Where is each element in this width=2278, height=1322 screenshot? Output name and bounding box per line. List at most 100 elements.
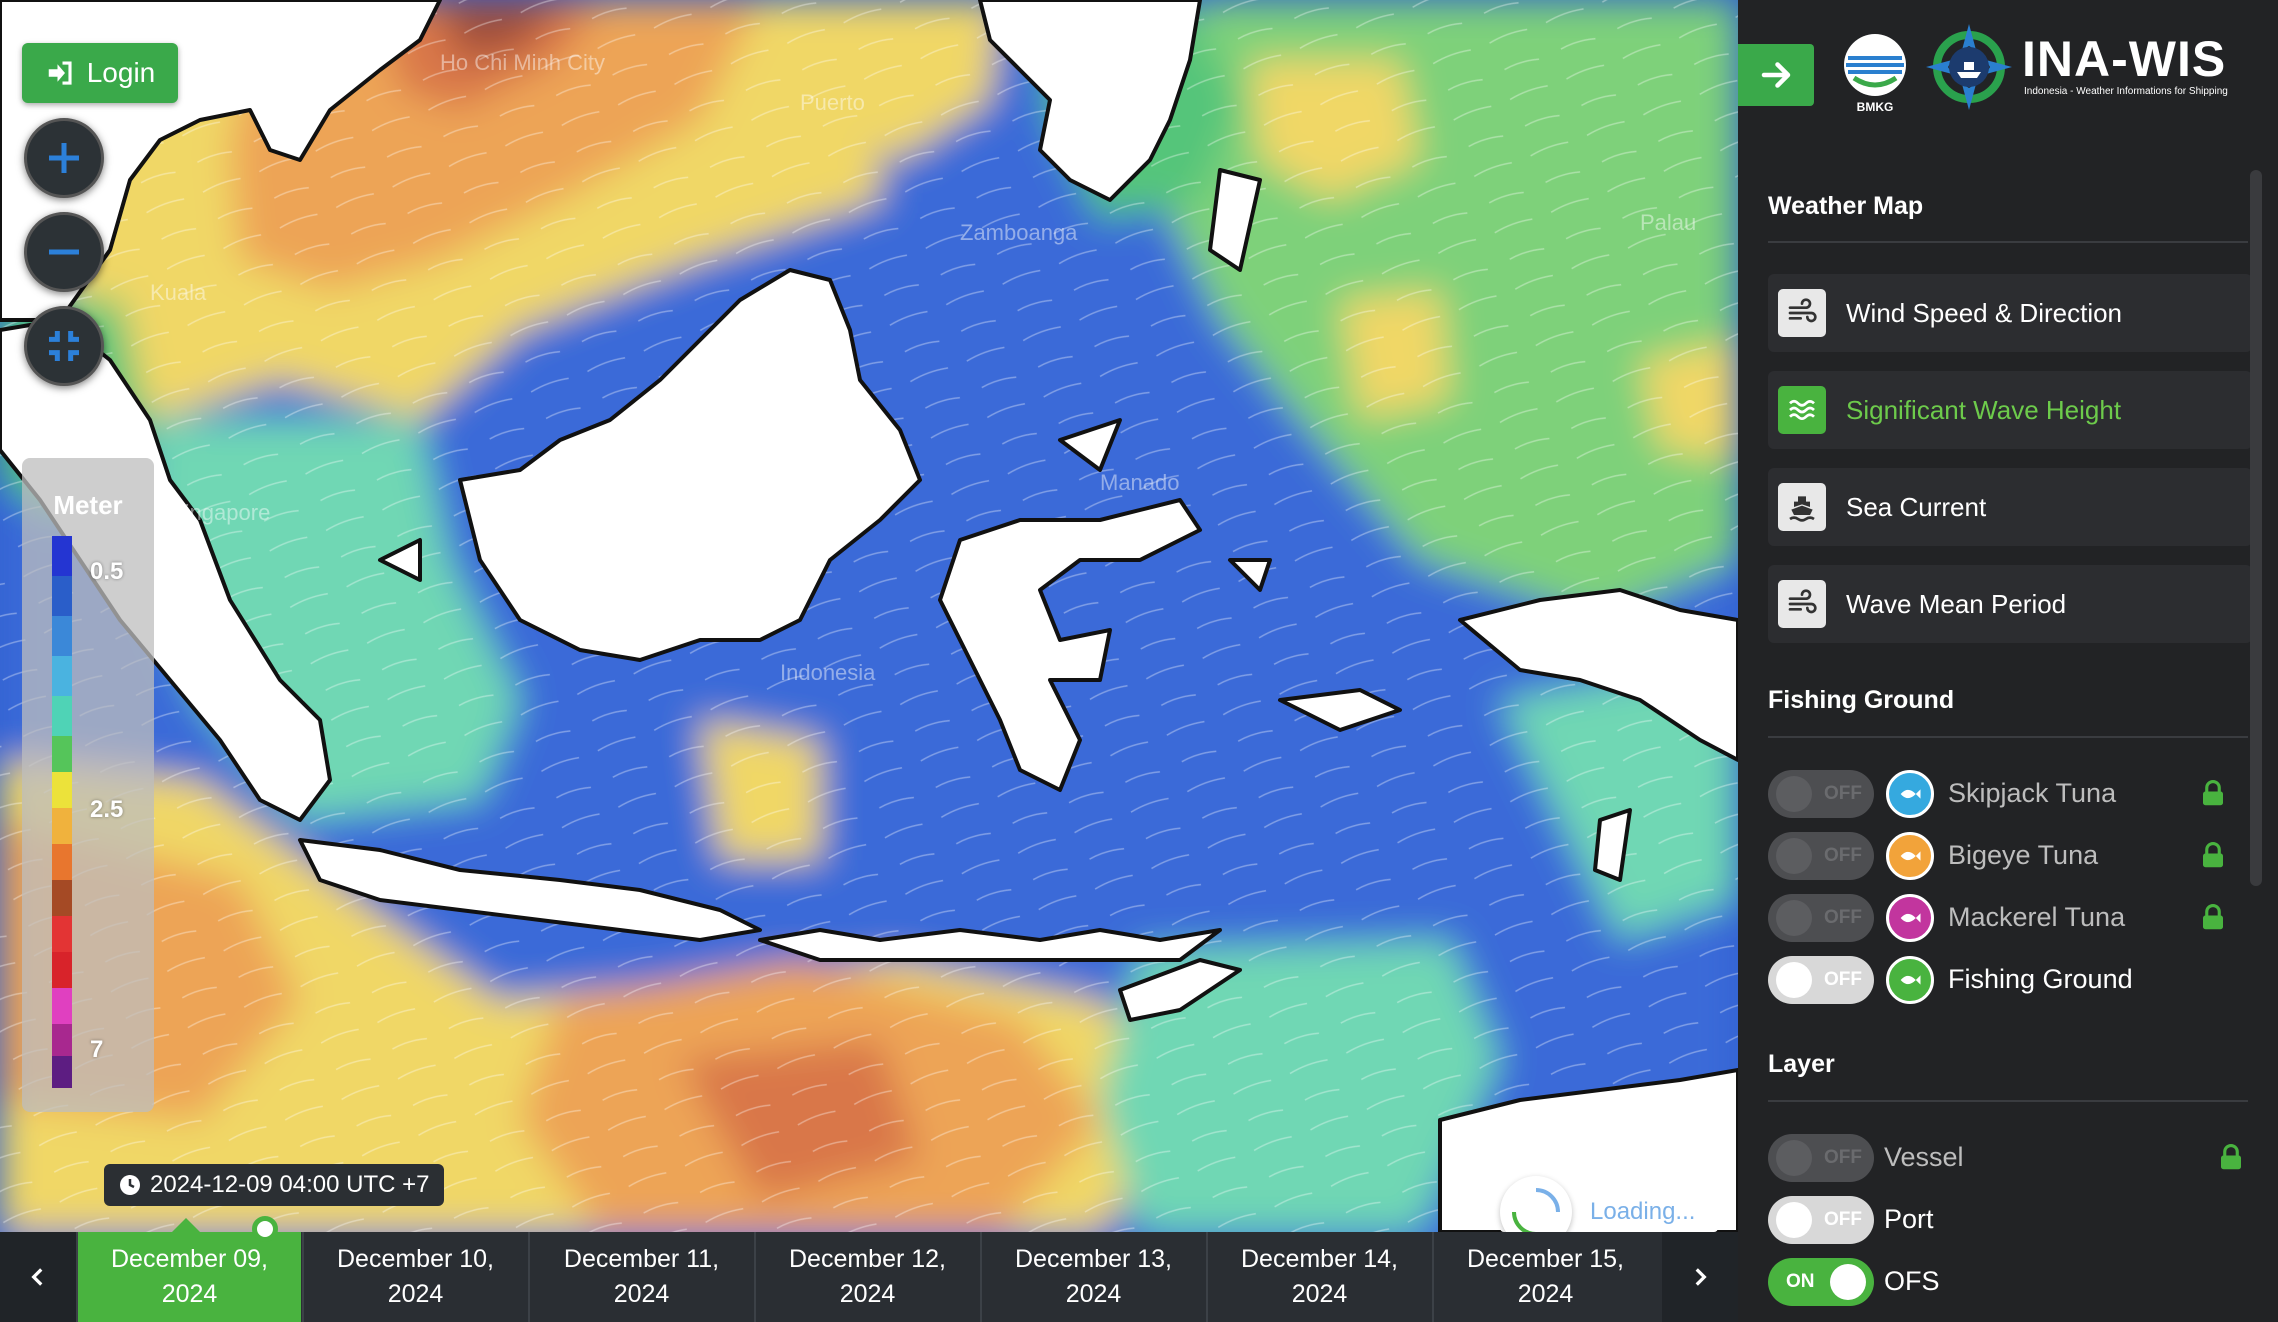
weather-map[interactable]: Ho Chi Minh City Puerto Zamboanga Kuala … <box>0 0 1738 1322</box>
timeline-day[interactable]: December 15, 2024 <box>1432 1232 1657 1322</box>
port-toggle[interactable]: OFF <box>1768 1196 1874 1244</box>
day-label: December 15, <box>1466 1245 1625 1273</box>
year-label: 2024 <box>161 1280 218 1308</box>
timeline-prev-button[interactable] <box>0 1232 76 1322</box>
menu-wind-speed-direction[interactable]: Wind Speed & Direction <box>1768 274 2252 352</box>
year-label: 2024 <box>1291 1280 1348 1308</box>
fish-icon <box>1886 894 1934 942</box>
row-label: Vessel <box>1884 1142 1964 1172</box>
fit-bounds-button[interactable] <box>24 306 104 386</box>
clock-icon <box>120 1175 140 1195</box>
sidebar-scrollbar[interactable] <box>2250 170 2262 886</box>
row-label: Bigeye Tuna <box>1948 840 2099 870</box>
layer-row-vessel: OFF Vessel <box>1768 1134 2248 1184</box>
bigeye-toggle[interactable]: OFF <box>1768 832 1874 880</box>
day-label: December 11, <box>563 1245 720 1273</box>
login-label: Login <box>86 57 156 88</box>
year-label: 2024 <box>839 1280 896 1308</box>
row-label: Fishing Ground <box>1948 964 2133 994</box>
wave-icon <box>1778 386 1826 434</box>
layer-title: Layer <box>1768 1050 1835 1078</box>
year-label: 2024 <box>613 1280 670 1308</box>
current-time-display: 2024-12-09 04:00 UTC +7 <box>104 1164 444 1206</box>
menu-sea-current[interactable]: Sea Current <box>1768 468 2252 546</box>
fishing-row-mackerel: OFF Mackerel Tuna <box>1768 894 2248 944</box>
fishing-ground-title: Fishing Ground <box>1768 686 1955 714</box>
plus-icon <box>49 143 79 173</box>
brand-name: INA-WIS <box>2022 31 2227 87</box>
timeline-next-button[interactable] <box>1662 1232 1738 1322</box>
row-label: Skipjack Tuna <box>1948 778 2117 808</box>
loading-indicator: Loading... <box>1500 1176 1718 1248</box>
timeline-handle[interactable] <box>252 1216 278 1242</box>
wave-height-legend: Meter 0.5 2.5 7 <box>22 458 154 1112</box>
timeline-day[interactable]: December 14, 2024 <box>1206 1232 1431 1322</box>
mackerel-toggle[interactable]: OFF <box>1768 894 1874 942</box>
timeline-pointer <box>172 1218 200 1232</box>
bmkg-logo: BMKG <box>1840 32 1910 114</box>
skipjack-toggle[interactable]: OFF <box>1768 770 1874 818</box>
chevron-left-icon <box>31 1268 43 1286</box>
day-label: December 10, <box>336 1245 495 1273</box>
zoom-out-button[interactable] <box>24 212 104 292</box>
lock-icon <box>2221 1143 2241 1170</box>
year-label: 2024 <box>387 1280 444 1308</box>
divider <box>1768 241 2248 243</box>
lock-icon <box>2203 841 2223 868</box>
year-label: 2024 <box>1065 1280 1122 1308</box>
compress-icon <box>49 331 79 361</box>
legend-tick: 7 <box>90 1036 104 1063</box>
bmkg-logo-text: BMKG <box>1856 100 1894 114</box>
layer-row-port: OFF Port <box>1768 1196 2248 1246</box>
menu-significant-wave-height[interactable]: Significant Wave Height <box>1768 371 2252 449</box>
divider <box>1768 736 2248 738</box>
fish-icon <box>1886 832 1934 880</box>
toggle-state: OFF <box>1824 969 1862 990</box>
row-label: Port <box>1884 1204 1934 1234</box>
day-label: December 09, <box>110 1245 269 1273</box>
divider <box>1768 1100 2248 1102</box>
chevron-right-icon <box>1695 1268 1707 1286</box>
fishing-row-bigeye: OFF Bigeye Tuna <box>1768 832 2248 882</box>
row-label: OFS <box>1884 1266 1940 1296</box>
fish-icon <box>1886 956 1934 1004</box>
layer-row-ofs: ON OFS <box>1768 1258 2248 1308</box>
menu-label: Wind Speed & Direction <box>1846 297 2123 328</box>
svg-text:Indonesia: Indonesia <box>780 660 876 685</box>
lock-icon <box>2203 779 2223 806</box>
weather-map-title: Weather Map <box>1768 192 1924 220</box>
day-label: December 12, <box>788 1245 947 1273</box>
ofs-toggle[interactable]: ON <box>1768 1258 1874 1306</box>
legend-tick: 2.5 <box>90 796 124 823</box>
svg-text:Manado: Manado <box>1100 470 1180 495</box>
timeline-day[interactable]: December 09, 2024 <box>76 1232 301 1322</box>
login-button[interactable]: Login <box>22 43 178 103</box>
fishing-ground-toggle[interactable]: OFF <box>1768 956 1874 1004</box>
timeline-day[interactable]: December 10, 2024 <box>302 1232 527 1322</box>
svg-text:Ho Chi Minh City: Ho Chi Minh City <box>440 50 605 75</box>
menu-wave-mean-period[interactable]: Wave Mean Period <box>1768 565 2252 643</box>
app-root: Ho Chi Minh City Puerto Zamboanga Kuala … <box>0 0 2278 1322</box>
svg-text:Zamboanga: Zamboanga <box>960 220 1078 245</box>
timeline-day[interactable]: December 11, 2024 <box>528 1232 753 1322</box>
timestamp-text: 2024-12-09 04:00 UTC +7 <box>150 1171 430 1198</box>
svg-text:Palau: Palau <box>1640 210 1696 235</box>
toggle-state: OFF <box>1824 1147 1862 1168</box>
map-canvas[interactable]: Ho Chi Minh City Puerto Zamboanga Kuala … <box>0 0 1738 1322</box>
vessel-toggle[interactable]: OFF <box>1768 1134 1874 1182</box>
loading-text: Loading... <box>1590 1198 1696 1225</box>
year-label: 2024 <box>1517 1280 1574 1308</box>
arrow-right-icon <box>1761 62 1791 88</box>
day-label: December 13, <box>1014 1245 1173 1273</box>
lock-icon <box>2203 903 2223 930</box>
collapse-sidebar-button[interactable] <box>1738 44 1814 106</box>
minus-icon <box>49 249 79 255</box>
timeline-day[interactable]: December 12, 2024 <box>754 1232 979 1322</box>
timeline-day[interactable]: December 13, 2024 <box>980 1232 1205 1322</box>
svg-text:Kuala: Kuala <box>150 280 207 305</box>
toggle-state: OFF <box>1824 907 1862 928</box>
legend-tick: 0.5 <box>90 558 124 585</box>
zoom-in-button[interactable] <box>24 118 104 198</box>
svg-text:Singapore: Singapore <box>170 500 270 525</box>
ship-icon <box>1778 483 1826 531</box>
